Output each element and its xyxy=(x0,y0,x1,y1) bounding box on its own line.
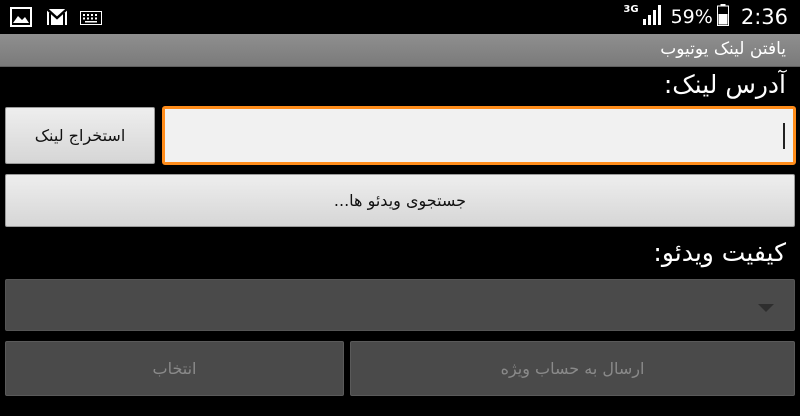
battery-icon xyxy=(716,4,729,30)
quality-label: کیفیت ویدئو: xyxy=(653,238,786,267)
network-type: 3G xyxy=(623,3,639,15)
select-button[interactable]: انتخاب xyxy=(5,341,344,396)
clock: 2:36 xyxy=(740,5,788,29)
image-icon xyxy=(10,7,32,31)
status-bar: 3G 59% 2:36 xyxy=(0,0,800,34)
status-bar-right: 3G 59% 2:36 xyxy=(623,0,788,34)
gmail-icon xyxy=(46,7,68,31)
app-title: یافتن لینک یوتیوب xyxy=(660,39,786,59)
link-label: آدرس لینک: xyxy=(663,70,786,99)
send-vip-account-button[interactable]: ارسال به حساب ویژه xyxy=(350,341,795,396)
battery-percent: 59% xyxy=(670,6,713,28)
quality-select[interactable] xyxy=(5,279,795,331)
search-videos-button[interactable]: جستجوی ویدئو ها... xyxy=(5,174,795,227)
extract-link-button[interactable]: استخراج لینک xyxy=(5,107,155,164)
text-cursor xyxy=(783,123,785,149)
dropdown-arrow-icon xyxy=(758,304,774,312)
app-title-bar: یافتن لینک یوتیوب xyxy=(0,34,800,67)
app-screen: 3G 59% 2:36 یافتن لینک یوتیوب آدرس لینک:… xyxy=(0,0,800,416)
keyboard-icon xyxy=(80,10,102,29)
signal-icon xyxy=(642,5,663,29)
link-input[interactable] xyxy=(162,106,796,165)
